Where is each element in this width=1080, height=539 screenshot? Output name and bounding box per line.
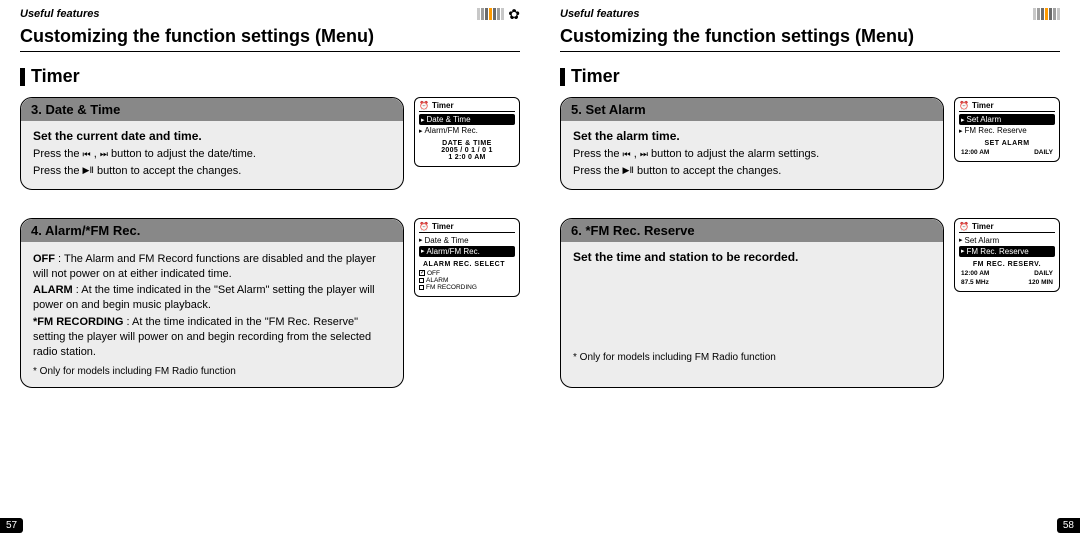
clock-icon: ⏰	[959, 101, 969, 110]
card-fmrec-reserve: 6. *FM Rec. Reserve Set the time and sta…	[560, 218, 944, 388]
lcd-row-selected: ▸Set Alarm	[959, 114, 1055, 125]
section-title: Timer	[571, 66, 620, 87]
page-number: 58	[1057, 518, 1080, 533]
lcd-row-selected: ▸Alarm/FM Rec.	[419, 246, 515, 257]
color-stripes-icon	[1033, 8, 1060, 20]
lcd-option: OFF	[419, 270, 515, 277]
option-alarm: ALARM : At the time indicated in the "Se…	[33, 283, 391, 313]
next-icon: ⏭	[640, 150, 648, 159]
card-heading: 5. Set Alarm	[561, 98, 943, 121]
play-pause-icon: ▶Ⅱ	[623, 166, 634, 175]
lcd-preview: ⏰Timer ▸Date & Time ▸Alarm/FM Rec. DATE …	[414, 97, 520, 190]
prev-icon: ⏮	[623, 150, 631, 159]
color-stripes-icon	[477, 8, 504, 20]
section-title: Timer	[31, 66, 80, 87]
breadcrumb: Useful features	[20, 8, 99, 20]
footnote: * Only for models including FM Radio fun…	[21, 360, 403, 377]
card-subheading: Set the current date and time.	[21, 121, 403, 145]
lcd-row: ▸Alarm/FM Rec.	[419, 125, 515, 136]
lcd-row: ▸Set Alarm	[959, 235, 1055, 246]
card-heading: 4. Alarm/*FM Rec.	[21, 219, 403, 242]
lcd-row: ▸FM Rec. Reserve	[959, 125, 1055, 136]
lcd-option: FM RECORDING	[419, 284, 515, 291]
card-heading: 3. Date & Time	[21, 98, 403, 121]
section-bar-icon	[560, 68, 565, 86]
instruction-line: Press the ⏮ , ⏭ button to adjust the dat…	[33, 147, 391, 162]
breadcrumb: Useful features	[560, 8, 639, 20]
instruction-line: Press the ▶Ⅱ button to accept the change…	[33, 164, 391, 179]
lcd-option: ALARM	[419, 277, 515, 284]
page-title: Customizing the function settings (Menu)	[560, 26, 1060, 47]
card-alarm-fmrec: 4. Alarm/*FM Rec. OFF : The Alarm and FM…	[20, 218, 404, 388]
card-subheading: Set the time and station to be recorded.	[561, 242, 943, 266]
card-set-alarm: 5. Set Alarm Set the alarm time. Press t…	[560, 97, 944, 190]
page-title: Customizing the function settings (Menu)	[20, 26, 520, 47]
lcd-row-selected: ▸FM Rec. Reserve	[959, 246, 1055, 257]
next-icon: ⏭	[100, 150, 108, 159]
section-bar-icon	[20, 68, 25, 86]
lcd-row-selected: ▸Date & Time	[419, 114, 515, 125]
timer-header-icon: ✿	[508, 6, 520, 23]
play-pause-icon: ▶Ⅱ	[83, 166, 94, 175]
page-number: 57	[0, 518, 23, 533]
instruction-line: Press the ▶Ⅱ button to accept the change…	[573, 164, 931, 179]
lcd-preview: ⏰Timer ▸Date & Time ▸Alarm/FM Rec. ALARM…	[414, 218, 520, 388]
lcd-preview: ⏰Timer ▸Set Alarm ▸FM Rec. Reserve FM RE…	[954, 218, 1060, 388]
card-subheading: Set the alarm time.	[561, 121, 943, 145]
lcd-preview: ⏰Timer ▸Set Alarm ▸FM Rec. Reserve SET A…	[954, 97, 1060, 190]
card-date-time: 3. Date & Time Set the current date and …	[20, 97, 404, 190]
option-off: OFF : The Alarm and FM Record functions …	[33, 252, 391, 282]
clock-icon: ⏰	[419, 222, 429, 231]
clock-icon: ⏰	[419, 101, 429, 110]
clock-icon: ⏰	[959, 222, 969, 231]
card-heading: 6. *FM Rec. Reserve	[561, 219, 943, 242]
instruction-line: Press the ⏮ , ⏭ button to adjust the ala…	[573, 147, 931, 162]
page-left: Useful features ✿ Customizing the functi…	[0, 0, 540, 539]
page-right: Useful features Customizing the function…	[540, 0, 1080, 539]
lcd-row: ▸Date & Time	[419, 235, 515, 246]
header-decoration: ✿	[477, 6, 520, 23]
header-decoration	[1033, 8, 1060, 20]
prev-icon: ⏮	[83, 150, 91, 159]
footnote: * Only for models including FM Radio fun…	[561, 346, 943, 363]
option-fmrec: *FM RECORDING : At the time indicated in…	[33, 315, 391, 360]
